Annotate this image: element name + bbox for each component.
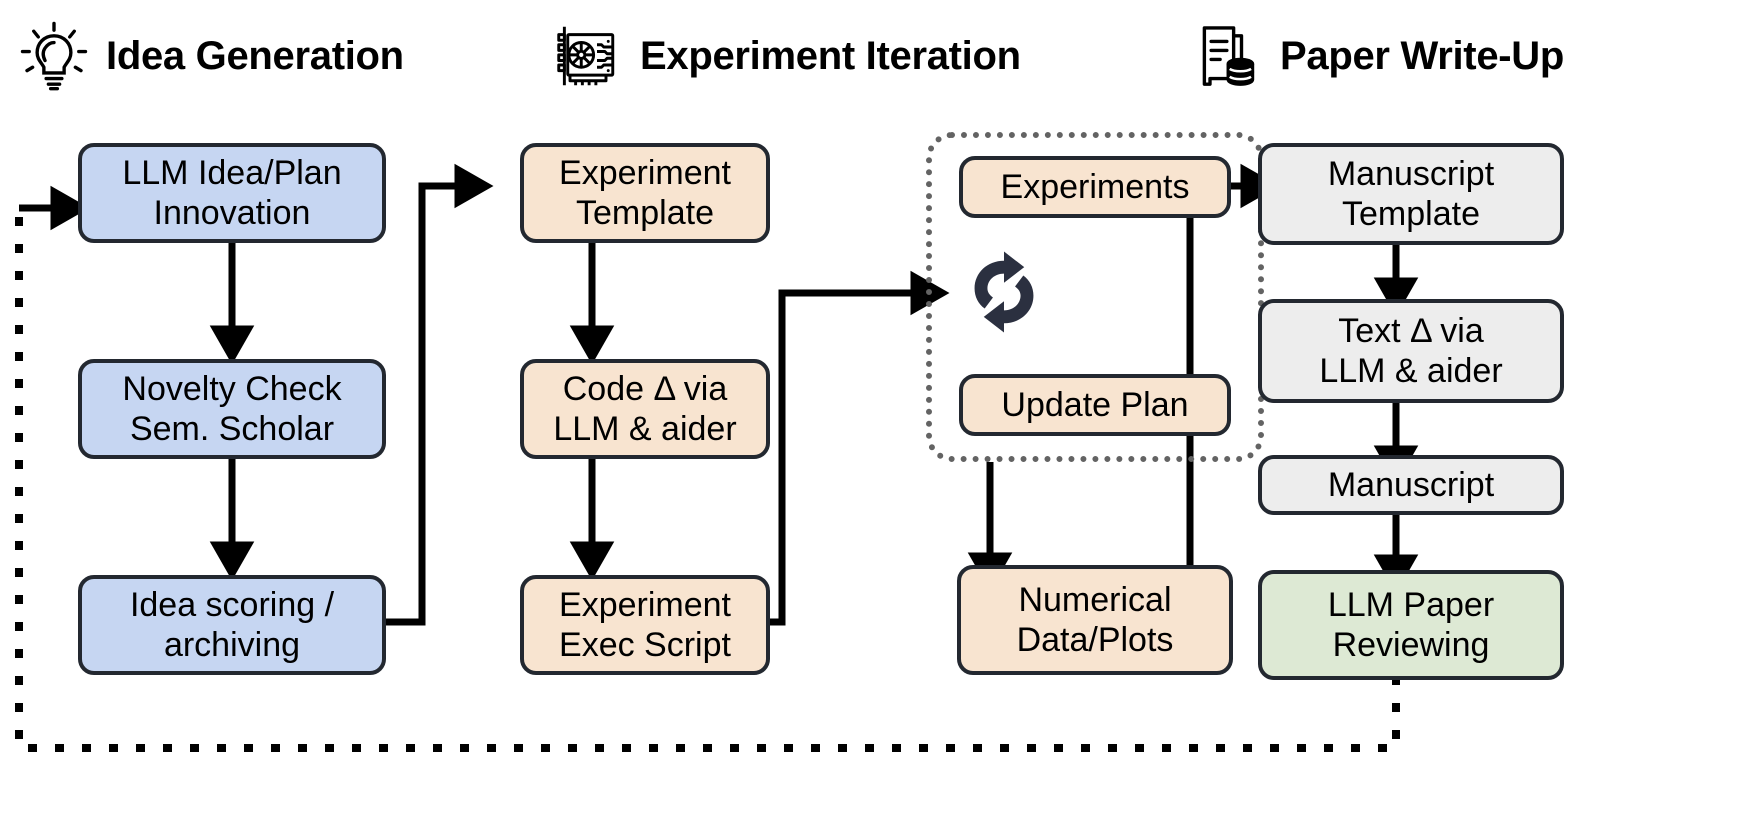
- section-header-label: Paper Write-Up: [1280, 33, 1565, 78]
- node-update-plan[interactable]: Update Plan: [959, 374, 1231, 436]
- lightbulb-icon: [20, 21, 88, 91]
- node-llm-paper-reviewing[interactable]: LLM Paper Reviewing: [1258, 570, 1564, 680]
- node-llm-idea-plan-innovation[interactable]: LLM Idea/Plan Innovation: [78, 143, 386, 243]
- node-manuscript-template[interactable]: Manuscript Template: [1258, 143, 1564, 245]
- flowchart-canvas: Idea Generation Experiment Iteration Pap…: [0, 0, 1738, 818]
- node-idea-scoring-archiving[interactable]: Idea scoring / archiving: [78, 575, 386, 675]
- section-header-label: Idea Generation: [106, 33, 404, 78]
- node-code-delta-via-llm-aider[interactable]: Code Δ via LLM & aider: [520, 359, 770, 459]
- section-header-paper-write-up: Paper Write-Up: [1192, 8, 1564, 104]
- node-numerical-data-plots[interactable]: Numerical Data/Plots: [957, 565, 1233, 675]
- node-experiments[interactable]: Experiments: [959, 156, 1231, 218]
- refresh-cycle-icon: [974, 251, 1034, 333]
- document-database-icon: [1202, 26, 1255, 86]
- node-text-delta-via-llm-aider[interactable]: Text Δ via LLM & aider: [1258, 299, 1564, 403]
- node-experiment-template[interactable]: Experiment Template: [520, 143, 770, 243]
- node-manuscript[interactable]: Manuscript: [1258, 455, 1564, 515]
- section-header-label: Experiment Iteration: [640, 33, 1021, 78]
- node-novelty-check-sem-scholar[interactable]: Novelty Check Sem. Scholar: [78, 359, 386, 459]
- section-header-idea-generation: Idea Generation: [18, 8, 404, 104]
- node-experiment-exec-script[interactable]: Experiment Exec Script: [520, 575, 770, 675]
- gpu-card-icon: [557, 26, 615, 86]
- section-header-experiment-iteration: Experiment Iteration: [552, 8, 1021, 104]
